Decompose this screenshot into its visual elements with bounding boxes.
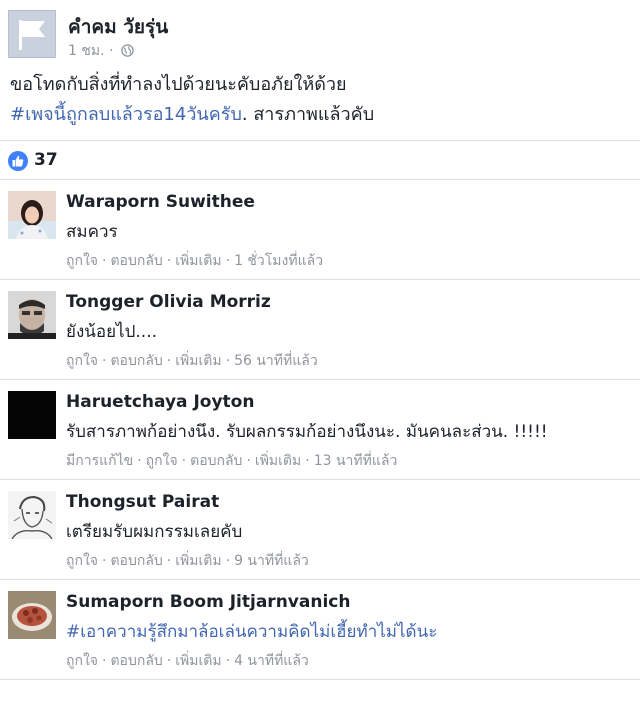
separator: · bbox=[102, 253, 107, 269]
separator: · bbox=[102, 553, 107, 569]
more-link[interactable]: เพิ่มเติม bbox=[175, 253, 221, 269]
comment-text-hashtag[interactable]: #เอาความรู้สึกมาล้อเล่นความคิดไม่เฮี้ยทำ… bbox=[66, 618, 437, 645]
separator: · bbox=[102, 353, 107, 369]
separator: · bbox=[225, 653, 231, 669]
page-avatar[interactable] bbox=[8, 10, 56, 58]
comment-time[interactable]: 56 นาทีที่แล้ว bbox=[234, 353, 318, 369]
post-body: ขอโทดกับสิ่งที่ทำลงไปด้วยนะคับอภัยให้ด้ว… bbox=[0, 60, 640, 130]
thumbs-up-icon bbox=[8, 151, 28, 171]
comment: Haruetchaya Joyton รับสารภาพก้อย่างนึง. … bbox=[0, 380, 640, 480]
likes-row[interactable]: 37 bbox=[0, 141, 640, 179]
separator: · bbox=[166, 253, 172, 269]
separator: · bbox=[166, 353, 172, 369]
post-text-line1: ขอโทดกับสิ่งที่ทำลงไปด้วยนะคับอภัยให้ด้ว… bbox=[10, 74, 347, 95]
comment-author[interactable]: Haruetchaya Joyton bbox=[66, 392, 254, 412]
reply-link[interactable]: ตอบกลับ bbox=[110, 253, 162, 269]
comment: Thongsut Pairat เตรียมรับผมกรรมเลยคับ ถู… bbox=[0, 480, 640, 580]
separator: · bbox=[166, 653, 172, 669]
comment-author[interactable]: Waraporn Suwithee bbox=[66, 192, 255, 212]
flag-icon bbox=[19, 20, 45, 50]
separator: · bbox=[225, 553, 231, 569]
like-link[interactable]: ถูกใจ bbox=[66, 653, 98, 669]
comment-author[interactable]: Tongger Olivia Morriz bbox=[66, 292, 271, 312]
like-link[interactable]: ถูกใจ bbox=[66, 253, 98, 269]
reply-link[interactable]: ตอบกลับ bbox=[110, 553, 162, 569]
separator: · bbox=[137, 453, 142, 469]
separator: · bbox=[246, 453, 251, 469]
meta-separator: · bbox=[109, 43, 114, 59]
post-meta: 1 ชม. · bbox=[68, 40, 134, 62]
more-link[interactable]: เพิ่มเติม bbox=[175, 553, 221, 569]
post-text-line2-rest: . สารภาพแล้วคับ bbox=[241, 104, 375, 125]
comment-time[interactable]: 9 นาทีที่แล้ว bbox=[234, 553, 309, 569]
like-count[interactable]: 37 bbox=[34, 150, 58, 170]
comment-text: ยังน้อยไป.... bbox=[66, 322, 158, 342]
avatar[interactable] bbox=[8, 291, 56, 339]
comment-time[interactable]: 4 นาทีที่แล้ว bbox=[234, 653, 309, 669]
post-header: คำคม วัยรุ่น 1 ชม. · bbox=[0, 0, 640, 60]
comment-text: รับสารภาพก้อย่างนึง. รับผลกรรมก้อย่างนึง… bbox=[66, 422, 548, 442]
comment-time[interactable]: 13 นาทีที่แล้ว bbox=[314, 453, 398, 469]
separator: · bbox=[181, 453, 187, 469]
separator: · bbox=[102, 653, 107, 669]
separator: · bbox=[305, 453, 310, 469]
comment: Waraporn Suwithee สมควร ถูกใจ · ตอบกลับ · เพ… bbox=[0, 179, 640, 280]
like-link[interactable]: ถูกใจ bbox=[66, 353, 98, 369]
post-hashtag[interactable]: #เพจนี้ถูกลบแล้วรอ14วันครับ bbox=[10, 104, 242, 125]
comment-text: สมควร bbox=[66, 222, 118, 242]
like-link[interactable]: ถูกใจ bbox=[146, 453, 178, 469]
comment-list: Waraporn Suwithee สมควร ถูกใจ · ตอบกลับ · เพ… bbox=[0, 179, 640, 680]
post-time[interactable]: 1 ชม. bbox=[68, 43, 105, 59]
post-text-line2: #เพจนี้ถูกลบแล้วรอ14วันครับ. สารภาพแล้วค… bbox=[10, 100, 630, 130]
like-link[interactable]: ถูกใจ bbox=[66, 553, 98, 569]
comment: Tongger Olivia Morriz ยังน้อยไป.... ถูกใ… bbox=[0, 280, 640, 380]
comment-actions: ถูกใจ · ตอบกลับ · เพิ่มเติม · 1 ชั่วโมงที่แล้ว bbox=[66, 250, 323, 272]
comment-text: เตรียมรับผมกรรมเลยคับ bbox=[66, 522, 243, 542]
separator: · bbox=[225, 353, 231, 369]
reply-link[interactable]: ตอบกลับ bbox=[190, 453, 242, 469]
avatar[interactable] bbox=[8, 191, 56, 239]
separator: · bbox=[166, 553, 172, 569]
reply-link[interactable]: ตอบกลับ bbox=[110, 653, 162, 669]
avatar[interactable] bbox=[8, 591, 56, 639]
globe-icon[interactable] bbox=[121, 44, 134, 61]
page-name[interactable]: คำคม วัยรุ่น bbox=[68, 12, 168, 42]
avatar[interactable] bbox=[8, 491, 56, 539]
comment-actions: ถูกใจ · ตอบกลับ · เพิ่มเติม · 9 นาทีที่แล้ว bbox=[66, 550, 309, 572]
more-link[interactable]: เพิ่มเติม bbox=[175, 653, 221, 669]
more-link[interactable]: เพิ่มเติม bbox=[175, 353, 221, 369]
comment-actions: ถูกใจ · ตอบกลับ · เพิ่มเติม · 4 นาทีที่แล้ว bbox=[66, 650, 309, 672]
avatar[interactable] bbox=[8, 391, 56, 439]
more-link[interactable]: เพิ่มเติม bbox=[255, 453, 301, 469]
edited-label[interactable]: มีการแก้ไข bbox=[66, 453, 133, 469]
separator: · bbox=[225, 253, 231, 269]
reply-link[interactable]: ตอบกลับ bbox=[110, 353, 162, 369]
comment-actions: มีการแก้ไข · ถูกใจ · ตอบกลับ · เพิ่มเติม · 13 นา… bbox=[66, 450, 397, 472]
comment: Sumaporn Boom Jitjarnvanich #เอาความรู้ส… bbox=[0, 580, 640, 680]
comment-author[interactable]: Sumaporn Boom Jitjarnvanich bbox=[66, 592, 350, 612]
comment-time[interactable]: 1 ชั่วโมงที่แล้ว bbox=[234, 253, 323, 269]
comment-actions: ถูกใจ · ตอบกลับ · เพิ่มเติม · 56 นาทีที่แล้ว bbox=[66, 350, 318, 372]
comment-author[interactable]: Thongsut Pairat bbox=[66, 492, 219, 512]
